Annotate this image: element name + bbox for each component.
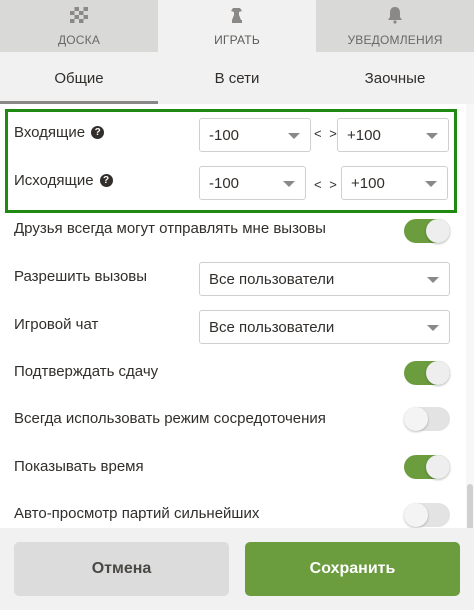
bell-icon — [385, 6, 405, 27]
tab-play[interactable]: ИГРАТЬ — [158, 0, 316, 52]
sub-tab-general[interactable]: Общие — [0, 52, 158, 104]
focus-mode-toggle[interactable] — [404, 407, 450, 431]
chevron-down-icon — [283, 181, 295, 187]
cancel-button[interactable]: Отмена — [14, 542, 229, 596]
outgoing-row-label: Исходящие ? — [14, 172, 113, 189]
confirm-resign-toggle[interactable] — [404, 361, 450, 385]
chevron-down-icon — [427, 277, 439, 283]
auto-watch-label: Авто-просмотр партий сильнейших — [14, 505, 260, 522]
outgoing-max-select[interactable]: +100 — [341, 166, 448, 200]
focus-mode-label: Всегда использовать режим сосредоточения — [14, 410, 326, 427]
incoming-min-select[interactable]: -100 — [199, 118, 311, 152]
settings-content: Входящие ? -100 < > +100 Исходящие ? -10… — [0, 104, 474, 528]
scrollbar-thumb[interactable] — [467, 484, 473, 532]
incoming-max-value: +100 — [347, 126, 381, 144]
tab-notifications[interactable]: УВЕДОМЛЕНИЯ — [316, 0, 474, 52]
outgoing-min-value: -100 — [209, 174, 240, 192]
game-chat-label: Игровой чат — [14, 316, 99, 333]
incoming-row-label: Входящие ? — [14, 124, 105, 141]
allow-challenges-value: Все пользователи — [209, 270, 335, 288]
outgoing-max-value: +100 — [351, 174, 385, 192]
chevron-down-icon — [288, 133, 300, 139]
toggle-knob — [426, 455, 450, 479]
toggle-knob — [426, 361, 450, 385]
toggle-knob — [426, 219, 450, 243]
confirm-resign-label: Подтверждать сдачу — [14, 363, 159, 380]
save-button[interactable]: Сохранить — [245, 542, 460, 596]
friends-challenge-label: Друзья всегда могут отправлять мне вызов… — [14, 220, 326, 237]
settings-sub-tabs: Общие В сети Заочные — [0, 52, 474, 104]
toggle-knob — [404, 407, 428, 431]
pawn-icon — [227, 6, 247, 27]
show-time-toggle[interactable] — [404, 455, 450, 479]
auto-watch-toggle[interactable] — [404, 503, 450, 527]
content-scrollbar[interactable] — [466, 104, 474, 532]
toggle-knob — [404, 503, 428, 527]
tab-board-label: ДОСКА — [57, 32, 101, 47]
tab-board[interactable]: ДОСКА — [0, 0, 158, 52]
incoming-min-value: -100 — [209, 126, 240, 144]
sub-tab-online[interactable]: В сети — [158, 52, 316, 104]
allow-challenges-select[interactable]: Все пользователи — [199, 262, 450, 296]
sub-tab-daily[interactable]: Заочные — [316, 52, 474, 104]
game-chat-select[interactable]: Все пользователи — [199, 310, 450, 344]
friends-challenge-toggle[interactable] — [404, 219, 450, 243]
incoming-max-select[interactable]: +100 — [337, 118, 449, 152]
help-icon[interactable]: ? — [99, 174, 113, 187]
show-time-label: Показывать время — [14, 458, 144, 475]
allow-challenges-label: Разрешить вызовы — [14, 268, 148, 285]
board-icon — [69, 6, 89, 27]
top-tab-bar: ДОСКА ИГРАТЬ УВЕДОМЛЕНИЯ — [0, 0, 474, 52]
action-footer: Отмена Сохранить — [0, 528, 474, 610]
game-chat-value: Все пользователи — [209, 318, 335, 336]
outgoing-label: Исходящие — [14, 172, 94, 189]
chevron-down-icon — [425, 181, 437, 187]
range-separator: < > — [314, 126, 339, 141]
tab-notifications-label: УВЕДОМЛЕНИЯ — [347, 32, 443, 47]
tab-play-label: ИГРАТЬ — [214, 32, 260, 47]
range-separator: < > — [314, 177, 339, 192]
chevron-down-icon — [426, 133, 438, 139]
help-icon[interactable]: ? — [91, 126, 105, 139]
outgoing-min-select[interactable]: -100 — [199, 166, 306, 200]
incoming-label: Входящие — [14, 124, 86, 141]
chevron-down-icon — [427, 325, 439, 331]
